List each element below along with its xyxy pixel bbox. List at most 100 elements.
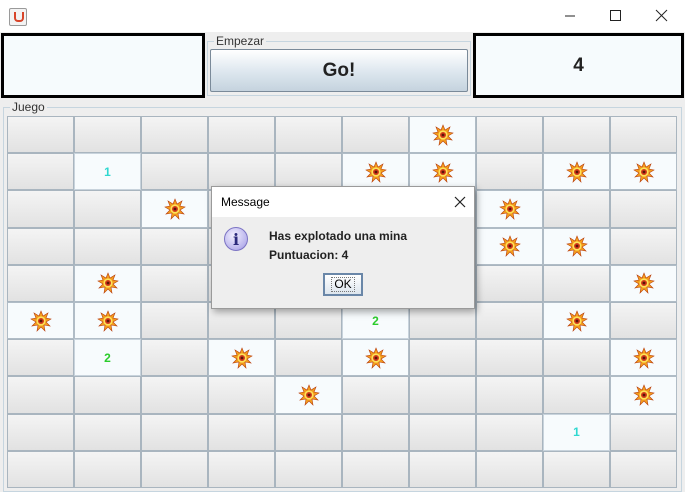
hidden-cell[interactable] [409,376,476,414]
close-icon [454,196,466,208]
hidden-cell[interactable] [141,376,208,414]
hidden-cell[interactable] [476,376,543,414]
hidden-cell[interactable] [7,413,74,451]
hidden-cell[interactable] [409,450,476,488]
hidden-cell[interactable] [141,116,208,154]
hidden-cell[interactable] [342,116,409,154]
hidden-cell[interactable] [610,227,677,265]
mine-cell[interactable] [275,376,342,414]
mine-explosion-icon [96,309,119,332]
mine-cell[interactable] [208,339,275,377]
mine-cell[interactable] [409,116,476,154]
hidden-cell[interactable] [543,339,610,377]
mine-cell[interactable] [610,153,677,191]
ok-button[interactable]: OK [323,273,363,296]
mine-explosion-icon [364,346,387,369]
hidden-cell[interactable] [208,413,275,451]
hidden-cell[interactable] [342,413,409,451]
hidden-cell[interactable] [476,116,543,154]
cell-number: 2 [372,313,379,328]
dialog-close-button[interactable] [452,194,468,210]
mine-cell[interactable] [610,376,677,414]
hidden-cell[interactable] [543,116,610,154]
hidden-cell[interactable] [7,264,74,302]
number-cell[interactable]: 1 [74,153,141,191]
hidden-cell[interactable] [7,450,74,488]
mine-cell[interactable] [476,227,543,265]
mine-cell[interactable] [610,339,677,377]
mine-explosion-icon [163,198,186,220]
hidden-cell[interactable] [409,339,476,377]
hidden-cell[interactable] [141,413,208,451]
go-button[interactable]: Go! [210,49,468,92]
number-cell[interactable]: 1 [543,413,610,451]
hidden-cell[interactable] [543,450,610,488]
hidden-cell[interactable] [7,376,74,414]
hidden-cell[interactable] [476,450,543,488]
hidden-cell[interactable] [208,116,275,154]
hidden-cell[interactable] [275,413,342,451]
hidden-cell[interactable] [7,190,74,228]
hidden-cell[interactable] [7,339,74,377]
hidden-cell[interactable] [342,376,409,414]
hidden-cell[interactable] [141,339,208,377]
mine-cell[interactable] [74,301,141,340]
hidden-cell[interactable] [74,376,141,414]
hidden-cell[interactable] [476,301,543,340]
score-display: 4 [473,33,684,98]
window-close-button[interactable] [639,0,685,32]
minimize-button[interactable] [547,0,593,32]
hidden-cell[interactable] [208,450,275,488]
mine-cell[interactable] [610,264,677,302]
mine-cell[interactable] [342,153,409,191]
hidden-cell[interactable] [476,264,543,302]
mine-cell[interactable] [409,153,476,191]
hidden-cell[interactable] [208,153,275,191]
hidden-cell[interactable] [476,413,543,451]
hidden-cell[interactable] [141,153,208,191]
hidden-cell[interactable] [476,339,543,377]
mine-explosion-icon [364,160,387,183]
hidden-cell[interactable] [610,301,677,340]
hidden-cell[interactable] [275,450,342,488]
hidden-cell[interactable] [610,190,677,228]
mine-cell[interactable] [476,190,543,228]
hidden-cell[interactable] [543,264,610,302]
mine-cell[interactable] [141,190,208,228]
mine-explosion-icon [230,346,253,369]
mine-explosion-icon [431,160,454,183]
mine-cell[interactable] [74,264,141,302]
hidden-cell[interactable] [543,376,610,414]
hidden-cell[interactable] [610,413,677,451]
hidden-cell[interactable] [409,413,476,451]
mine-cell[interactable] [7,301,74,340]
maximize-button[interactable] [593,0,639,32]
hidden-cell[interactable] [342,450,409,488]
mine-cell[interactable] [543,301,610,340]
mine-cell[interactable] [342,339,409,377]
hidden-cell[interactable] [476,153,543,191]
mine-cell[interactable] [543,227,610,265]
hidden-cell[interactable] [275,339,342,377]
hidden-cell[interactable] [543,190,610,228]
hidden-cell[interactable] [74,413,141,451]
hidden-cell[interactable] [208,376,275,414]
hidden-cell[interactable] [141,264,208,302]
hidden-cell[interactable] [7,153,74,191]
hidden-cell[interactable] [74,450,141,488]
number-cell[interactable]: 2 [74,339,141,377]
hidden-cell[interactable] [7,116,74,154]
mine-cell[interactable] [543,153,610,191]
hidden-cell[interactable] [7,227,74,265]
game-group-title: Juego [10,100,47,114]
hidden-cell[interactable] [141,450,208,488]
hidden-cell[interactable] [275,153,342,191]
hidden-cell[interactable] [74,116,141,154]
hidden-cell[interactable] [141,227,208,265]
hidden-cell[interactable] [74,227,141,265]
hidden-cell[interactable] [275,116,342,154]
hidden-cell[interactable] [610,116,677,154]
hidden-cell[interactable] [610,450,677,488]
hidden-cell[interactable] [74,190,141,228]
hidden-cell[interactable] [141,301,208,340]
